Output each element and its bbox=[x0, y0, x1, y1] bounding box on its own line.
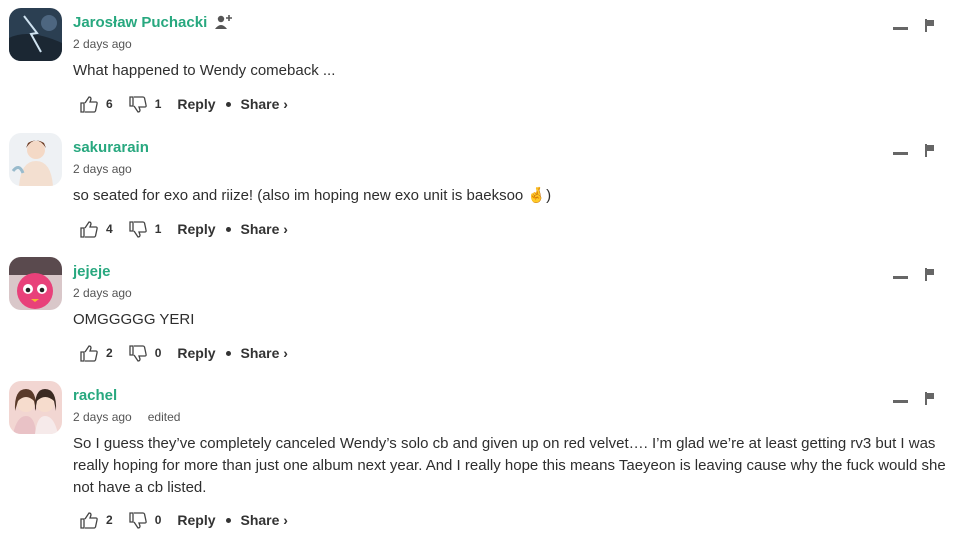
dislike-button[interactable]: 0 bbox=[129, 344, 162, 362]
like-button[interactable]: 2 bbox=[80, 344, 113, 362]
comment-text: What happened to Wendy comeback ... bbox=[73, 62, 336, 79]
like-button[interactable]: 2 bbox=[80, 511, 113, 529]
dislike-button[interactable]: 0 bbox=[129, 511, 162, 529]
thumbs-up-icon bbox=[80, 220, 98, 238]
collapse-icon[interactable] bbox=[893, 276, 908, 279]
like-count: 6 bbox=[106, 97, 113, 111]
avatar[interactable] bbox=[9, 381, 62, 434]
thumbs-down-icon bbox=[129, 511, 147, 529]
author-name[interactable]: rachel bbox=[73, 387, 117, 404]
flag-icon[interactable] bbox=[925, 144, 935, 157]
flag-icon[interactable] bbox=[925, 268, 935, 281]
reply-button[interactable]: Reply bbox=[177, 512, 215, 528]
avatar[interactable] bbox=[9, 257, 62, 310]
collapse-icon[interactable] bbox=[893, 27, 908, 30]
edited-label: edited bbox=[147, 410, 181, 424]
collapse-icon[interactable] bbox=[893, 152, 908, 155]
comment-text: OMGGGGG YERI bbox=[73, 311, 195, 328]
like-count: 4 bbox=[106, 222, 113, 236]
share-button[interactable]: Share › bbox=[241, 512, 288, 528]
reply-button[interactable]: Reply bbox=[177, 96, 215, 112]
timestamp[interactable]: 2 days ago bbox=[73, 286, 132, 300]
like-count: 2 bbox=[106, 346, 113, 360]
author-name[interactable]: sakurarain bbox=[73, 139, 149, 156]
like-button[interactable]: 4 bbox=[80, 220, 113, 238]
share-button[interactable]: Share › bbox=[241, 221, 288, 237]
separator-dot bbox=[225, 350, 231, 356]
like-button[interactable]: 6 bbox=[80, 95, 113, 113]
dislike-count: 0 bbox=[154, 346, 162, 360]
reply-button[interactable]: Reply bbox=[177, 221, 215, 237]
thumbs-down-icon bbox=[129, 220, 147, 238]
dislike-button[interactable]: 1 bbox=[129, 95, 162, 113]
thumbs-up-icon bbox=[80, 95, 98, 113]
separator-dot bbox=[225, 101, 231, 107]
author-name[interactable]: Jarosław Puchacki bbox=[73, 14, 207, 31]
follow-user-icon[interactable] bbox=[215, 14, 235, 30]
dislike-count: 1 bbox=[154, 97, 162, 111]
thumbs-up-icon bbox=[80, 511, 98, 529]
thumbs-down-icon bbox=[129, 95, 147, 113]
thumbs-down-icon bbox=[129, 344, 147, 362]
dislike-button[interactable]: 1 bbox=[129, 220, 162, 238]
timestamp[interactable]: 2 days ago bbox=[73, 37, 132, 51]
collapse-icon[interactable] bbox=[893, 400, 908, 403]
comment-text: So I guess they’ve completely canceled W… bbox=[73, 435, 946, 496]
separator-dot bbox=[225, 517, 231, 523]
separator-dot bbox=[225, 226, 231, 232]
flag-icon[interactable] bbox=[925, 392, 935, 405]
thumbs-up-icon bbox=[80, 344, 98, 362]
avatar[interactable] bbox=[9, 133, 62, 186]
comment-text: so seated for exo and riize! (also im ho… bbox=[73, 187, 552, 204]
flag-icon[interactable] bbox=[925, 19, 935, 32]
avatar[interactable] bbox=[9, 8, 62, 61]
share-button[interactable]: Share › bbox=[241, 345, 288, 361]
timestamp[interactable]: 2 days ago bbox=[73, 162, 132, 176]
timestamp[interactable]: 2 days ago bbox=[73, 410, 132, 424]
author-name[interactable]: jejeje bbox=[73, 263, 111, 280]
dislike-count: 0 bbox=[154, 513, 162, 527]
dislike-count: 1 bbox=[154, 222, 162, 236]
like-count: 2 bbox=[106, 513, 113, 527]
share-button[interactable]: Share › bbox=[241, 96, 288, 112]
reply-button[interactable]: Reply bbox=[177, 345, 215, 361]
